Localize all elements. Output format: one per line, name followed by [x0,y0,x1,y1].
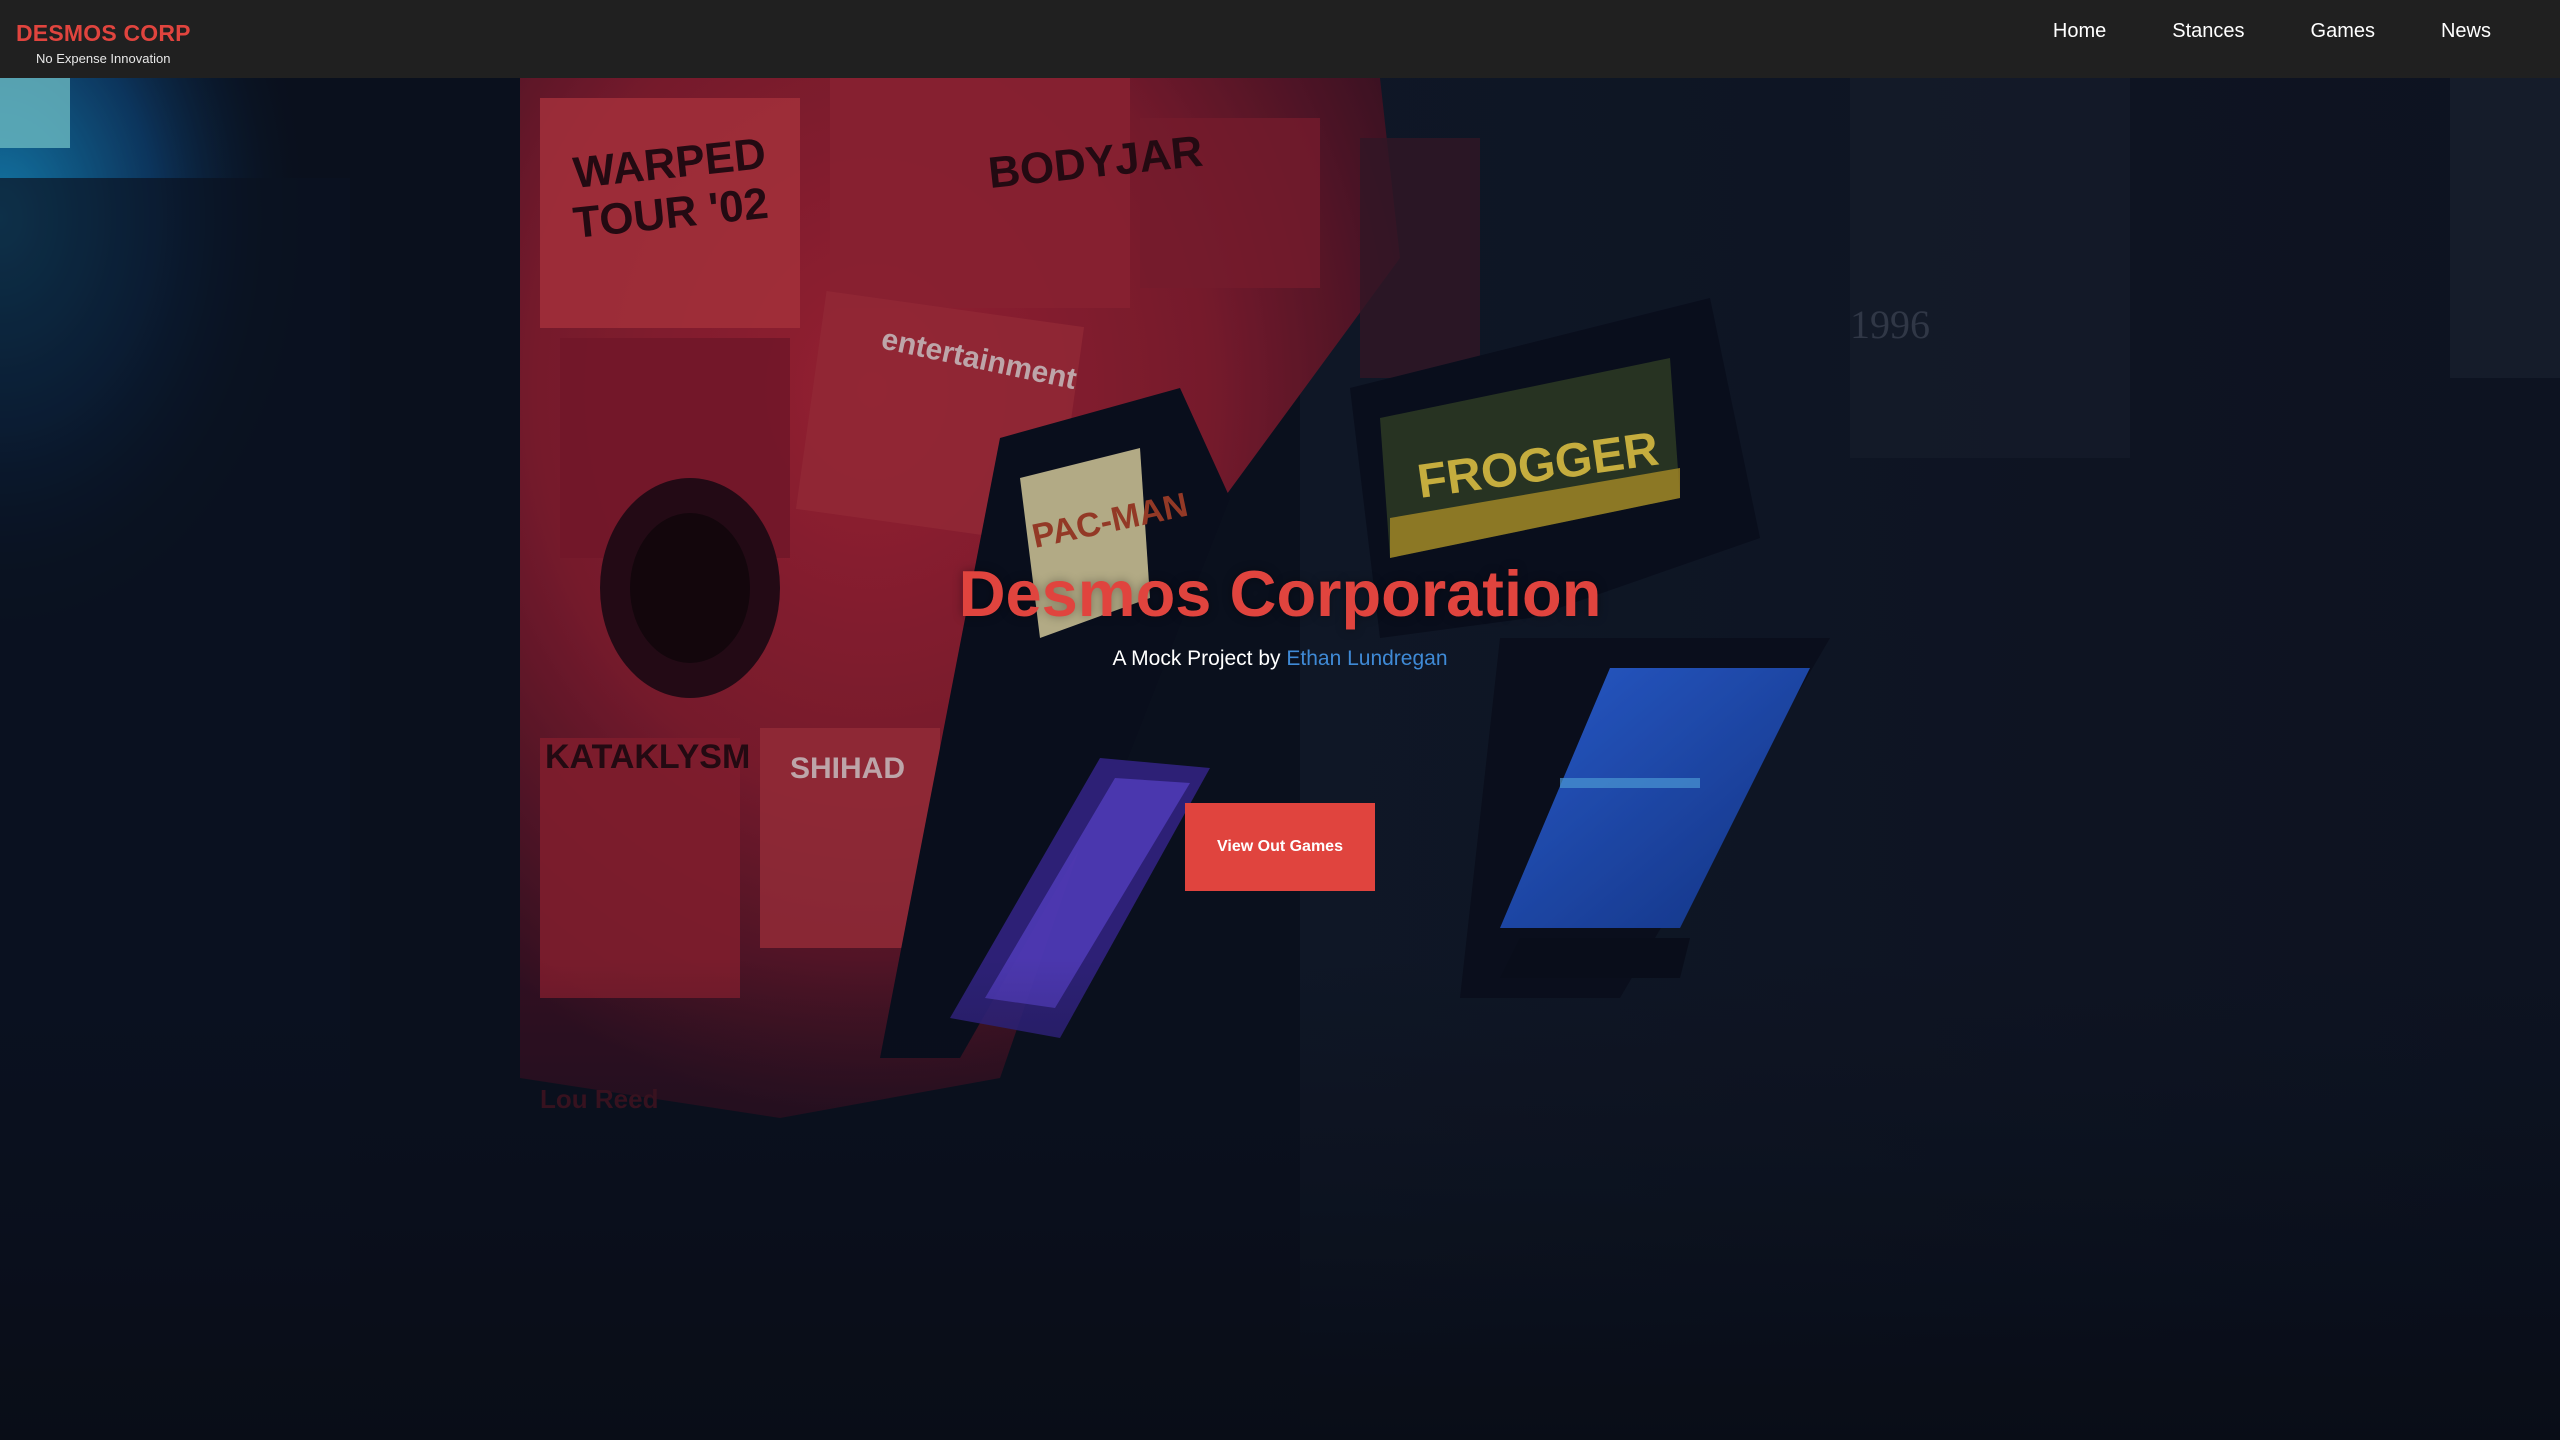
brand[interactable]: DESMOS CORP No Expense Innovation [16,18,191,67]
brand-name[interactable]: DESMOS CORP [16,18,191,48]
brand-tagline: No Expense Innovation [36,51,171,66]
author-link[interactable]: Ethan Lundregan [1286,647,1447,670]
page: WARPED TOUR '02 BODYJAR KATAKLYSM SHIHAD… [0,0,2560,1440]
nav-links: Home Stances Games News [2020,0,2524,62]
hero-title: Desmos Corporation [958,557,1602,630]
hero-background-image: WARPED TOUR '02 BODYJAR KATAKLYSM SHIHAD… [0,78,2560,1440]
nav-link-news[interactable]: News [2408,20,2524,43]
nav-link-home[interactable]: Home [2020,20,2139,43]
navbar: DESMOS CORP No Expense Innovation Home S… [0,0,2560,78]
nav-link-stances[interactable]: Stances [2139,20,2277,43]
view-games-button[interactable]: View Out Games [1185,803,1375,891]
hero-subtitle-prefix: A Mock Project by [1112,647,1287,670]
hero-subtitle: A Mock Project by Ethan Lundregan [0,646,2560,672]
nav-link-games[interactable]: Games [2278,20,2408,43]
